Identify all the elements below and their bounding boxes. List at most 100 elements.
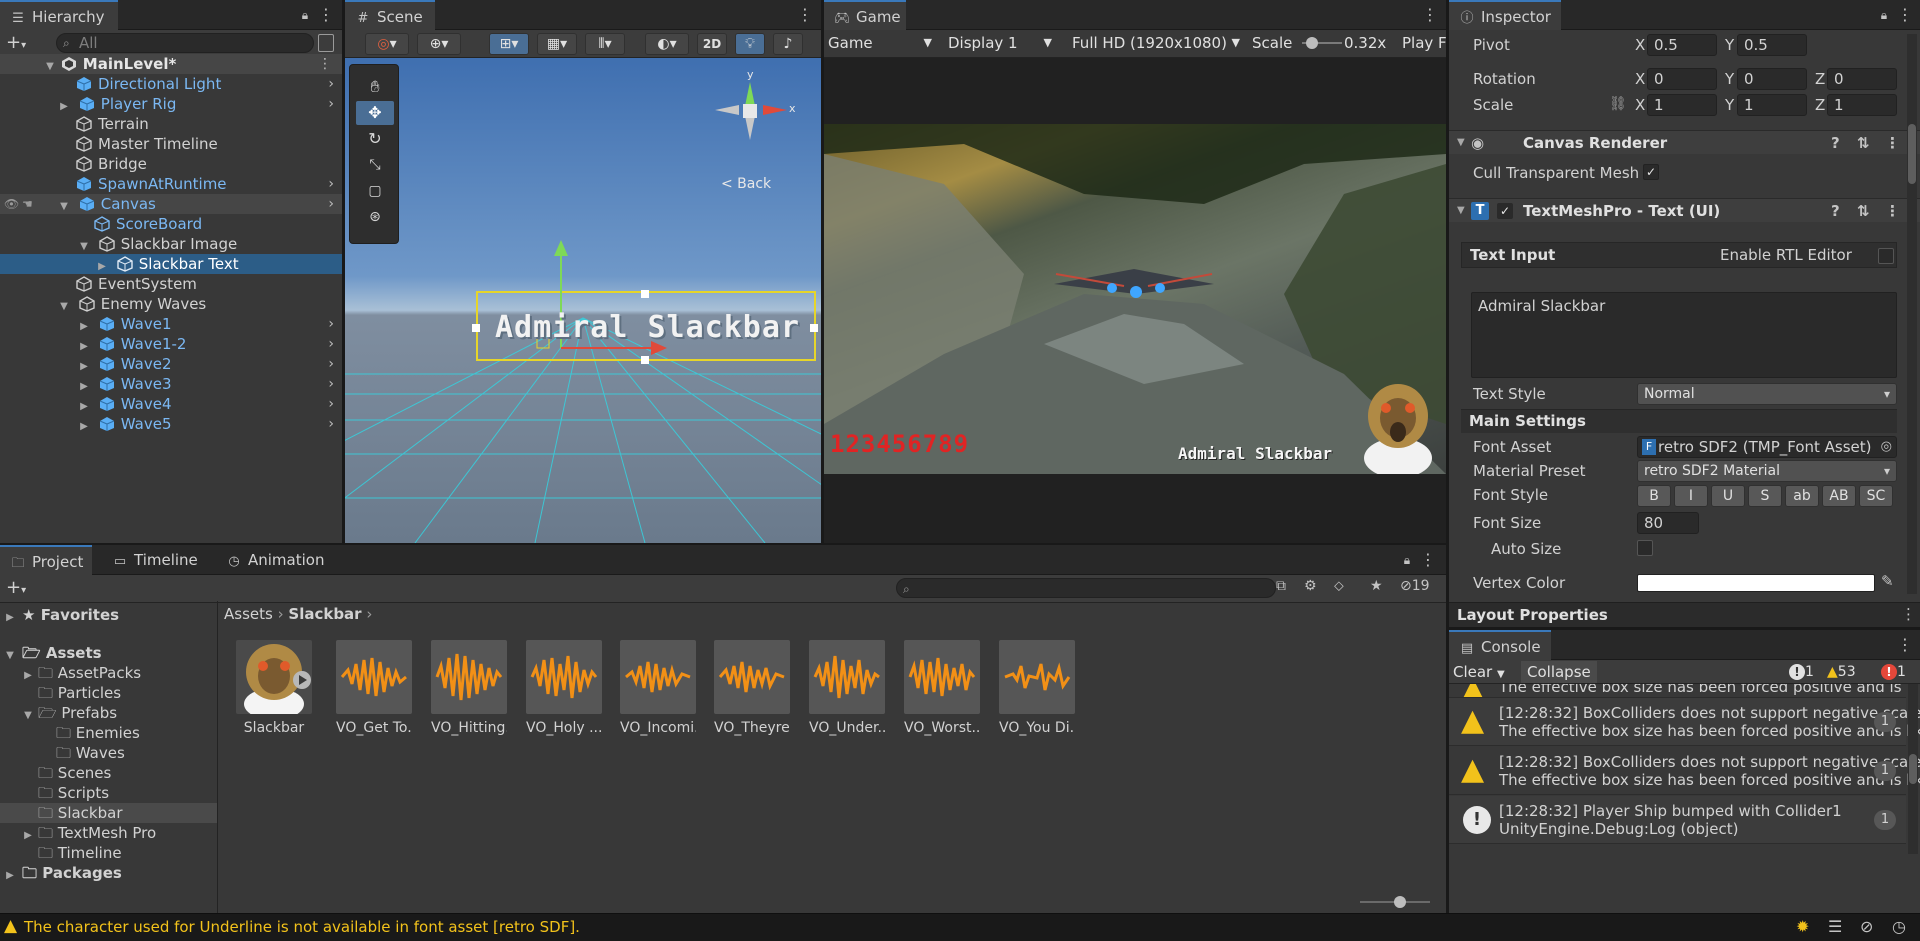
console-scrollbar[interactable] [1908, 684, 1918, 854]
more-options-icon[interactable]: ⋮ [1420, 550, 1436, 570]
chevron-right-icon[interactable]: › [328, 194, 334, 214]
game-view-dropdown[interactable]: Game ▼ [828, 32, 936, 54]
tree-item-spawnatruntime[interactable]: SpawnAtRuntime › [0, 174, 342, 194]
font-style-lowercase-button[interactable]: ab [1785, 485, 1819, 507]
layout-properties-bar[interactable]: Layout Properties ⋮ [1449, 602, 1920, 627]
help-icon[interactable]: ? [1831, 199, 1840, 223]
chevron-right-icon[interactable]: › [328, 174, 334, 194]
chevron-right-icon[interactable]: › [328, 314, 334, 334]
scale-y-field[interactable]: 1 [1737, 94, 1807, 116]
console-row-warning[interactable]: ▲ [12:28:32] BoxColliders does not suppo… [1449, 698, 1920, 746]
constrain-proportions-icon[interactable]: ⛓︎ [1609, 96, 1627, 112]
shading-button[interactable]: ◐▾ [645, 33, 689, 55]
progress-bug-icon[interactable]: ✹ [1796, 917, 1809, 936]
tree-item-assets[interactable]: ▼ 🗁︎ Assets [0, 643, 217, 663]
chevron-right-icon[interactable]: › [328, 94, 334, 114]
tree-item-prefabs[interactable]: ▼ 🗁︎ Prefabs [0, 703, 217, 723]
move-tool-icon[interactable]: ✥ [356, 101, 394, 125]
inspector-scrollbar-thumb[interactable] [1908, 124, 1916, 184]
tab-project[interactable]: 🗀︎ Project [0, 545, 92, 575]
create-asset-button[interactable]: +▾ [6, 577, 40, 599]
tree-item-wave3[interactable]: ▶ Wave3 › [0, 374, 342, 394]
tree-item-bridge[interactable]: Bridge [0, 154, 342, 174]
asset-tile-audio[interactable]: VO_Holy ... [526, 640, 602, 736]
font-style-uppercase-button[interactable]: AB [1822, 485, 1856, 507]
fold-closed-icon[interactable]: ▶ [4, 608, 16, 628]
console-partial-row[interactable]: ▲ The effective box size has been forced… [1449, 684, 1906, 698]
scale-slider[interactable] [1302, 37, 1342, 49]
error-filter-toggle[interactable]: ! 1 [1881, 661, 1906, 683]
console-scrollbar-thumb[interactable] [1909, 754, 1917, 784]
tab-console[interactable]: ▤ Console [1449, 630, 1551, 660]
rotate-tool-icon[interactable]: ↻ [356, 127, 394, 151]
canvas-renderer-header[interactable]: ▼ ◉ Canvas Renderer ? ⇅ ⋮ [1449, 130, 1920, 154]
filter-by-label-icon[interactable]: ⬦ [1334, 578, 1344, 594]
tree-item-waves[interactable]: 🗀︎ Waves [0, 743, 217, 763]
tree-item-canvas[interactable]: 👁︎ ☚ ▼ Canvas › [0, 194, 342, 214]
console-row-info[interactable]: ! [12:28:32] Player Ship bumped with Col… [1449, 796, 1906, 844]
tree-item-directional-light[interactable]: Directional Light › [0, 74, 342, 94]
back-view-label[interactable]: < Back [721, 176, 771, 192]
more-options-icon[interactable]: ⋮ [1422, 5, 1438, 25]
tmp-header[interactable]: ▼ T ✓ TextMeshPro - Text (UI) ? ⇅ ⋮ [1449, 198, 1920, 222]
hand-tool-icon[interactable]: ✋︎ [356, 75, 394, 99]
tree-item-scenes[interactable]: 🗀︎ Scenes [0, 763, 217, 783]
object-picker-icon[interactable]: ◎ [1881, 437, 1892, 457]
more-options-icon[interactable]: ⋮ [1885, 131, 1900, 155]
asset-tile-audio[interactable]: VO_Under... [809, 640, 885, 736]
console-row-warning[interactable]: ▲ [12:28:32] BoxColliders does not suppo… [1449, 747, 1920, 795]
font-style-bold-button[interactable]: B [1637, 485, 1671, 507]
move-gizmo-button[interactable]: ⊞▾ [489, 33, 529, 55]
breadcrumb-slackbar[interactable]: Slackbar [288, 605, 361, 623]
text-style-dropdown[interactable]: Normal [1637, 383, 1897, 405]
tree-item-scripts[interactable]: 🗀︎ Scripts [0, 783, 217, 803]
tab-hierarchy[interactable]: ☰ Hierarchy [0, 0, 118, 30]
more-options-icon[interactable]: ⋮ [318, 5, 334, 25]
hidden-packages-toggle[interactable]: ⊘19 [1400, 578, 1430, 594]
tree-item-slackbar[interactable]: 🗀︎ Slackbar [0, 803, 217, 823]
hierarchy-search-input[interactable]: ⌕ All [56, 33, 314, 53]
asset-tile-slackbar[interactable]: Slackbar [236, 640, 312, 736]
audio-toggle-button[interactable]: ♪ [773, 33, 803, 55]
auto-generate-lighting-icon[interactable]: ◷ [1892, 917, 1906, 936]
project-search-input[interactable]: ⌕ [896, 578, 1276, 598]
tree-item-packages[interactable]: ▶ 🗀︎ Packages [0, 863, 217, 883]
material-preset-dropdown[interactable]: retro SDF2 Material [1637, 460, 1897, 482]
pivot-y-field[interactable]: 0.5 [1737, 34, 1807, 56]
scale-slider-thumb[interactable] [1306, 37, 1318, 49]
scene-viewport[interactable]: Admiral Slackbar ✋︎ ✥ ↻ ⤡ ▢ ⊛ y x < Back [345, 58, 821, 543]
more-options-icon[interactable]: ⋮ [1897, 5, 1913, 25]
more-options-icon[interactable]: ⋮ [1885, 199, 1900, 223]
asset-tile-audio[interactable]: VO_Worst... [904, 640, 980, 736]
asset-tile-audio[interactable]: VO_Get To... [336, 640, 412, 736]
cull-transparent-mesh-checkbox[interactable]: ✓ [1643, 164, 1659, 180]
increment-snap-button[interactable]: ⦀▾ [585, 33, 625, 55]
cache-server-icon[interactable]: ☰ [1828, 917, 1842, 936]
asset-tile-audio[interactable]: VO_Hitting... [431, 640, 507, 736]
tree-item-wave1[interactable]: ▶ Wave1 › [0, 314, 342, 334]
chevron-right-icon[interactable]: › [328, 374, 334, 394]
font-style-italic-button[interactable]: I [1674, 485, 1708, 507]
more-options-icon[interactable]: ⋮ [318, 54, 332, 74]
tree-item-player-rig[interactable]: ▶ Player Rig › [0, 94, 342, 114]
rotation-x-field[interactable]: 0 [1647, 68, 1717, 90]
debug-mode-icon[interactable]: ⊘ [1860, 917, 1873, 936]
visibility-eye-icon[interactable]: 👁︎ [4, 194, 19, 214]
add-object-button[interactable]: +▾ [6, 32, 40, 54]
rtl-editor-checkbox[interactable] [1878, 248, 1894, 264]
chevron-right-icon[interactable]: › [328, 334, 334, 354]
rect-tool-icon[interactable]: ▢ [356, 179, 394, 203]
fold-closed-icon[interactable]: ▶ [78, 417, 90, 437]
game-viewport[interactable]: 123456789 Admiral Slackbar [824, 124, 1446, 474]
tree-item-wave2[interactable]: ▶ Wave2 › [0, 354, 342, 374]
orientation-gizmo[interactable]: y x [705, 68, 796, 152]
mode-2d-button[interactable]: 2D [697, 33, 727, 55]
lighting-toggle-button[interactable]: 💡︎ [735, 33, 765, 55]
breadcrumb-assets[interactable]: Assets [224, 605, 273, 623]
tree-item-enemies[interactable]: 🗀︎ Enemies [0, 723, 217, 743]
tree-item-slackbar-text[interactable]: ▶ Slackbar Text [0, 254, 342, 274]
thumbnail-size-thumb[interactable] [1394, 896, 1406, 908]
tree-item-slackbar-image[interactable]: ▼ Slackbar Image [0, 234, 342, 254]
grid-snap-button[interactable]: ▦▾ [537, 33, 577, 55]
status-message[interactable]: The character used for Underline is not … [24, 918, 580, 936]
